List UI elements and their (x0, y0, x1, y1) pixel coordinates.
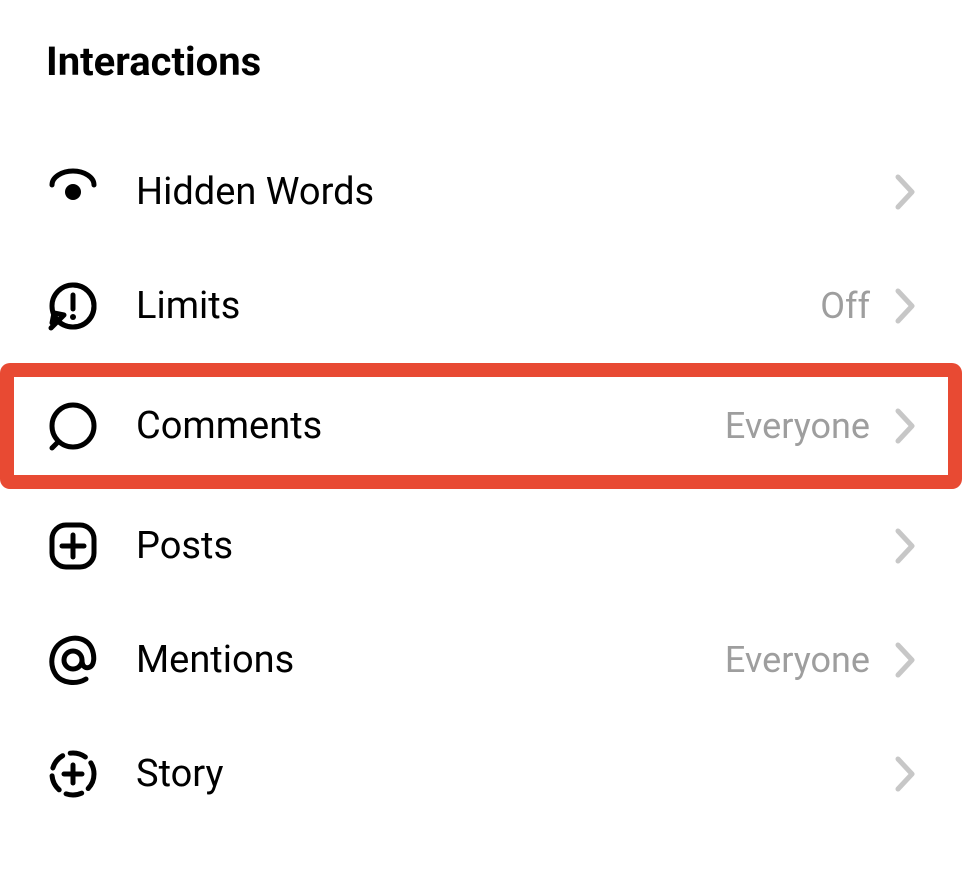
item-label: Mentions (136, 638, 725, 682)
item-label: Limits (136, 284, 820, 328)
settings-item-limits[interactable]: Limits Off (0, 249, 962, 363)
mentions-icon (46, 633, 100, 687)
limits-icon (46, 279, 100, 333)
chevron-right-icon (894, 407, 916, 445)
item-value: Everyone (725, 639, 870, 681)
item-label: Posts (136, 524, 894, 568)
chevron-right-icon (894, 173, 916, 211)
item-value: Everyone (725, 405, 870, 447)
story-icon (46, 747, 100, 801)
chevron-right-icon (894, 755, 916, 793)
interactions-section: Interactions Hidden Words Limits O (0, 0, 962, 831)
item-label: Hidden Words (136, 170, 894, 214)
settings-item-hidden-words[interactable]: Hidden Words (0, 135, 962, 249)
posts-icon (46, 519, 100, 573)
comments-icon (46, 399, 100, 453)
item-label: Story (136, 752, 894, 796)
settings-item-mentions[interactable]: Mentions Everyone (0, 603, 962, 717)
chevron-right-icon (894, 287, 916, 325)
item-value: Off (820, 285, 870, 327)
chevron-right-icon (894, 527, 916, 565)
hidden-words-icon (46, 165, 100, 219)
section-title: Interactions (0, 38, 962, 85)
item-label: Comments (136, 404, 725, 448)
settings-item-story[interactable]: Story (0, 717, 962, 831)
settings-item-posts[interactable]: Posts (0, 489, 962, 603)
chevron-right-icon (894, 641, 916, 679)
settings-item-comments[interactable]: Comments Everyone (0, 363, 962, 489)
